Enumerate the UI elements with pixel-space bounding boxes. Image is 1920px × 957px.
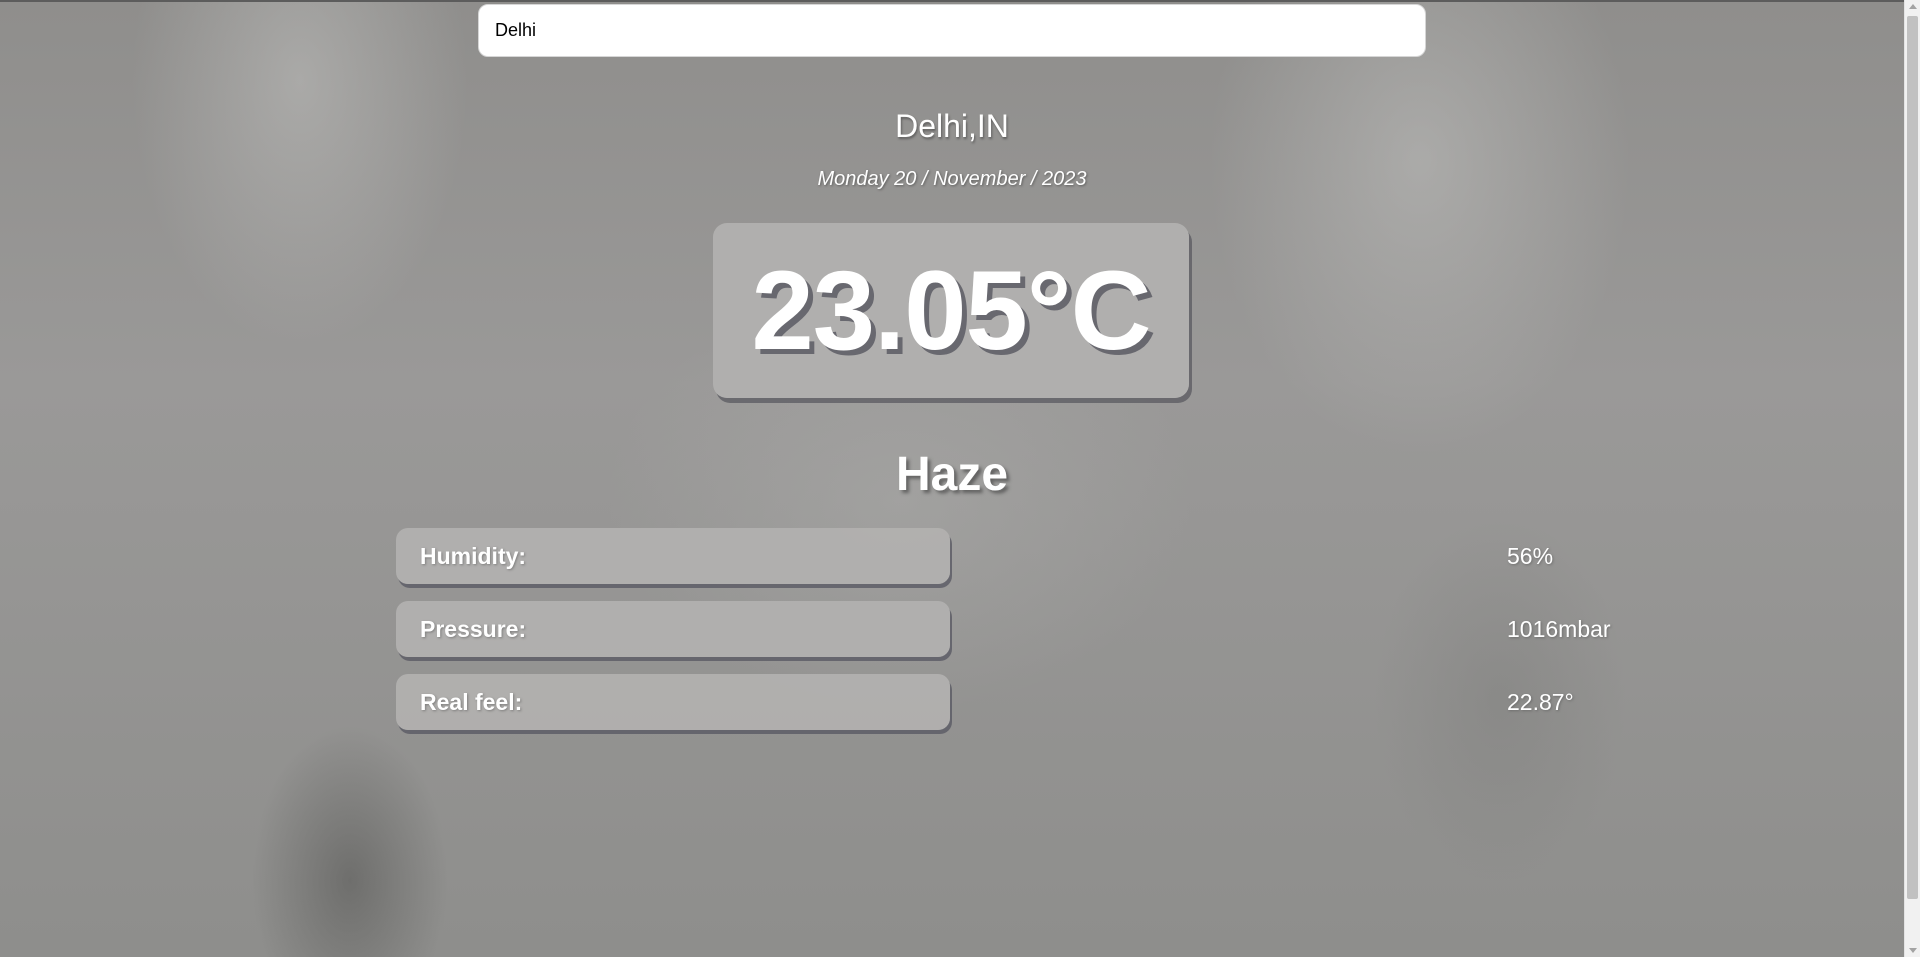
pressure-label: Pressure: <box>396 601 950 657</box>
stat-row-pressure: Pressure: <box>396 601 952 659</box>
scroll-up-arrow-icon[interactable] <box>1909 4 1917 9</box>
real-feel-label: Real feel: <box>396 674 950 730</box>
real-feel-value: 22.87° <box>1507 688 1574 715</box>
current-date: Monday 20 / November / 2023 <box>817 168 1087 190</box>
vertical-scrollbar[interactable] <box>1904 0 1920 957</box>
humidity-value: 56% <box>1507 542 1554 569</box>
window-top-edge <box>0 0 1920 2</box>
stat-row-real-feel: Real feel: <box>396 674 952 732</box>
city-name: Delhi,IN <box>895 108 1009 144</box>
city-search-input[interactable] <box>478 4 1426 57</box>
stat-row-humidity: Humidity: <box>396 528 952 586</box>
temperature-card: 23.05°C <box>713 223 1189 398</box>
weather-condition: Haze <box>895 448 1009 501</box>
pressure-value: 1016mbar <box>1507 615 1611 642</box>
scrollbar-thumb[interactable] <box>1907 16 1918 899</box>
scroll-down-arrow-icon[interactable] <box>1909 948 1917 953</box>
humidity-label: Humidity: <box>396 528 950 584</box>
temperature-value: 23.05°C <box>751 248 1152 373</box>
